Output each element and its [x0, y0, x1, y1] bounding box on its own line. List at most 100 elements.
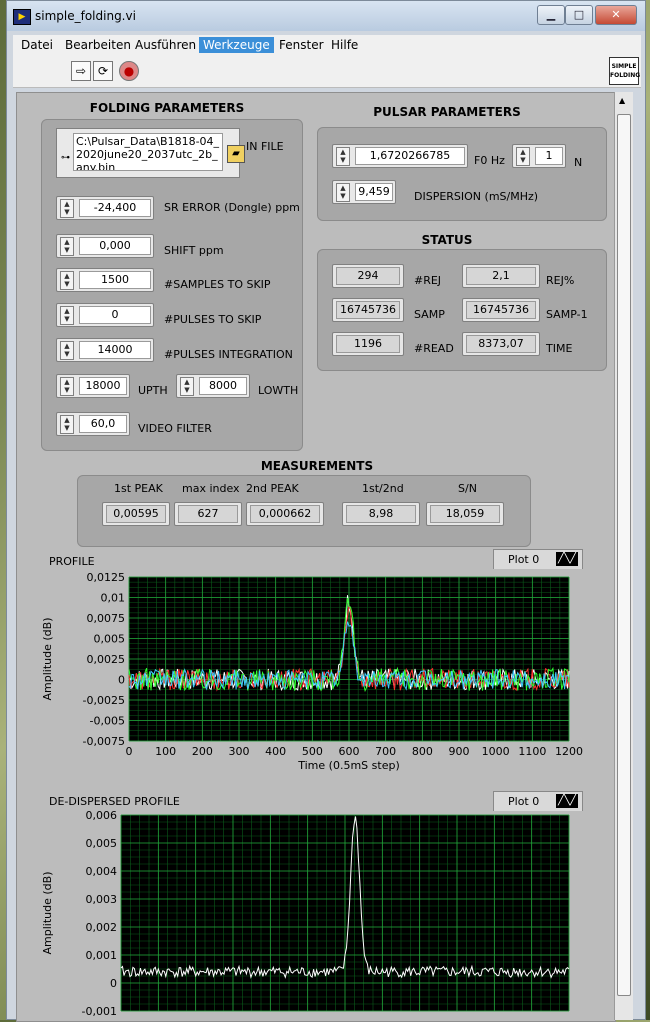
status-title: STATUS — [421, 233, 473, 247]
abort-stop-icon[interactable]: ● — [119, 61, 139, 81]
spin-arrows-icon[interactable]: ▲ ▼ — [60, 271, 74, 290]
plot-legend-2[interactable]: Plot 0 ╱╲╱ — [493, 791, 583, 813]
close-button[interactable]: ✕ — [595, 5, 637, 25]
vertical-scrollbar[interactable]: ▲ — [614, 92, 633, 1020]
dispersion-value[interactable]: 9,459 — [355, 183, 393, 201]
samp-label: SAMP — [414, 308, 445, 321]
y-tick-label: 0,006 — [86, 811, 118, 822]
ratio-indicator: 8,98 — [342, 502, 420, 526]
vi-logo: SIMPLE FOLDING — [609, 57, 640, 85]
video-filter-label: VIDEO FILTER — [138, 422, 212, 435]
lowth-value[interactable]: 8000 — [199, 377, 247, 395]
menu-datei[interactable]: Datei — [17, 37, 57, 53]
n-control[interactable]: ▲ ▼ 1 — [512, 144, 566, 168]
menu-bearbeiten[interactable]: Bearbeiten — [61, 37, 135, 53]
scroll-up-icon[interactable]: ▲ — [619, 96, 625, 105]
plot-line-icon: ╱╲╱ — [556, 552, 578, 566]
upth-value[interactable]: 18000 — [79, 377, 127, 395]
title-bar[interactable]: ▶ simple_folding.vi ▁ □ ✕ — [7, 1, 645, 31]
measurements-group: 1st PEAK 0,00595 max index 627 2nd PEAK … — [77, 475, 531, 547]
y-tick-label: 0,001 — [86, 949, 118, 962]
sn-label: S/N — [458, 482, 477, 495]
in-file-path[interactable]: C:\Pulsar_Data\B1818-04_2020june20_2037u… — [73, 133, 223, 171]
pulses-skip-control[interactable]: ▲ ▼ 0 — [56, 303, 154, 327]
first-peak-indicator: 0,00595 — [102, 502, 170, 526]
pulses-integration-control[interactable]: ▲ ▼ 14000 — [56, 338, 154, 362]
run-continuously-icon[interactable]: ⟳ — [93, 61, 113, 81]
maximize-button[interactable]: □ — [565, 5, 593, 25]
samples-skip-label: #SAMPLES TO SKIP — [164, 278, 271, 291]
minimize-button[interactable]: ▁ — [537, 5, 565, 25]
spin-arrows-icon[interactable]: ▲ ▼ — [336, 183, 350, 202]
in-file-label: IN FILE — [246, 140, 284, 153]
plot-line-icon: ╱╲╱ — [556, 794, 578, 808]
x-tick-label: 100 — [155, 745, 176, 758]
x-tick-label: 1000 — [482, 745, 510, 758]
video-filter-value[interactable]: 60,0 — [79, 415, 127, 433]
dedispersed-title: DE-DISPERSED PROFILE — [49, 795, 180, 808]
time-value: 8373,07 — [466, 335, 536, 353]
profile-chart: 0,0125 0,01 0,0075 0,005 0,0025 0 -0,0025 -0,00… — [39, 569, 593, 787]
in-file-path-control[interactable]: ⊶ C:\Pulsar_Data\B1818-04_2020june20_203… — [56, 128, 245, 178]
x-tick-label: 800 — [412, 745, 433, 758]
dispersion-control[interactable]: ▲ ▼ 9,459 — [332, 180, 396, 204]
samp1-label: SAMP-1 — [546, 308, 588, 321]
read-indicator: 1196 — [332, 332, 404, 356]
x-tick-label: 700 — [375, 745, 396, 758]
shift-control[interactable]: ▲ ▼ 0,000 — [56, 234, 154, 258]
sn-indicator: 18,059 — [426, 502, 504, 526]
plot-legend-label-2: Plot 0 — [508, 795, 540, 808]
pulses-integration-label: #PULSES INTEGRATION — [164, 348, 293, 361]
second-peak-label: 2nd PEAK — [246, 482, 299, 495]
pulsar-title: PULSAR PARAMETERS — [373, 105, 521, 119]
time-indicator: 8373,07 — [462, 332, 540, 356]
samp1-indicator: 16745736 — [462, 298, 540, 322]
y-tick-label: 0 — [118, 674, 125, 687]
spin-arrows-icon[interactable]: ▲ ▼ — [180, 377, 194, 396]
x-tick-label: 0 — [126, 745, 133, 758]
lowth-control[interactable]: ▲ ▼ 8000 — [176, 374, 250, 398]
y-tick-label: 0,005 — [94, 633, 126, 646]
sr-error-value[interactable]: -24,400 — [79, 199, 151, 217]
run-arrow-icon[interactable]: ⇨ — [71, 61, 91, 81]
samp-indicator: 16745736 — [332, 298, 404, 322]
ratio-value: 8,98 — [346, 505, 416, 523]
spin-arrows-icon[interactable]: ▲ ▼ — [60, 237, 74, 256]
f0-control[interactable]: ▲ ▼ 1,6720266785 — [332, 144, 468, 168]
max-index-indicator: 627 — [174, 502, 242, 526]
menu-ausfuehren[interactable]: Ausführen — [131, 37, 200, 53]
pulses-integration-value[interactable]: 14000 — [79, 341, 151, 359]
upth-control[interactable]: ▲ ▼ 18000 — [56, 374, 130, 398]
pulses-skip-value[interactable]: 0 — [79, 306, 151, 324]
spin-arrows-icon[interactable]: ▲ ▼ — [336, 147, 350, 166]
sr-error-control[interactable]: ▲ ▼ -24,400 — [56, 196, 154, 220]
spin-arrows-icon[interactable]: ▲ ▼ — [60, 341, 74, 360]
spin-arrows-icon[interactable]: ▲ ▼ — [516, 147, 530, 166]
samples-skip-value[interactable]: 1500 — [79, 271, 151, 289]
path-icon: ⊶ — [61, 153, 70, 163]
f0-value[interactable]: 1,6720266785 — [355, 147, 465, 165]
spin-arrows-icon[interactable]: ▲ ▼ — [60, 377, 74, 396]
menu-fenster[interactable]: Fenster — [275, 37, 328, 53]
profile-title: PROFILE — [49, 555, 95, 568]
x-tick-label: 400 — [265, 745, 286, 758]
menu-hilfe[interactable]: Hilfe — [327, 37, 362, 53]
shift-value[interactable]: 0,000 — [79, 237, 151, 255]
video-filter-control[interactable]: ▲ ▼ 60,0 — [56, 412, 130, 436]
window-title: simple_folding.vi — [35, 9, 136, 23]
scroll-thumb[interactable] — [617, 114, 631, 996]
dedispersed-chart: 0,006 0,005 0,004 0,003 0,002 0,001 0 -0,001 Amp… — [39, 811, 593, 1021]
x-axis-label: Time (0.5mS step) — [297, 759, 399, 772]
browse-folder-icon[interactable]: ▰ — [227, 145, 245, 163]
spin-arrows-icon[interactable]: ▲ ▼ — [60, 415, 74, 434]
spin-arrows-icon[interactable]: ▲ ▼ — [60, 199, 74, 218]
max-index-label: max index — [182, 482, 240, 495]
labview-icon: ▶ — [13, 9, 31, 25]
samples-skip-control[interactable]: ▲ ▼ 1500 — [56, 268, 154, 292]
y-tick-label: -0,0075 — [83, 735, 125, 748]
menu-werkzeuge[interactable]: Werkzeuge — [199, 37, 274, 53]
n-value[interactable]: 1 — [535, 147, 563, 165]
plot-legend[interactable]: Plot 0 ╱╲╱ — [493, 549, 583, 571]
spin-arrows-icon[interactable]: ▲ ▼ — [60, 306, 74, 325]
menu-bar: Datei Bearbeiten Ausführen Werkzeuge Fen… — [13, 35, 641, 55]
